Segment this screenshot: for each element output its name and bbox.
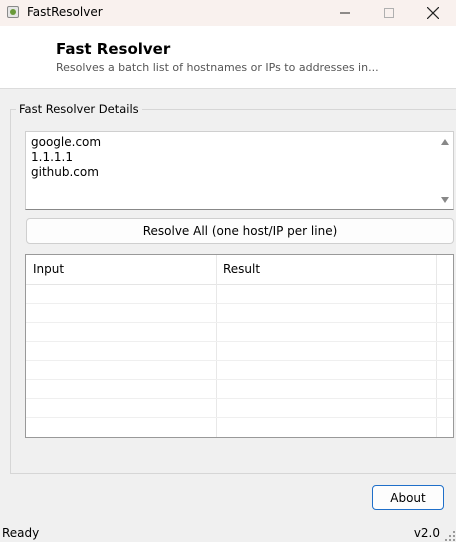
group-label: Fast Resolver Details [16, 102, 142, 116]
header-subtitle: Resolves a batch list of hostnames or IP… [56, 61, 379, 74]
table-row [26, 417, 453, 418]
header-banner: Fast Resolver Resolves a batch list of h… [0, 26, 456, 89]
hosts-text[interactable]: google.com 1.1.1.1 github.com [31, 135, 101, 180]
table-row [26, 303, 453, 304]
table-row [26, 398, 453, 399]
table-row [26, 360, 453, 361]
column-divider [436, 255, 437, 437]
about-button[interactable]: About [372, 485, 444, 510]
version-label: v2.0 [413, 526, 440, 540]
hosts-textarea[interactable]: google.com 1.1.1.1 github.com [25, 131, 454, 210]
status-bar: Ready v2.0 [0, 523, 456, 542]
status-text: Ready [2, 526, 40, 540]
header-title: Fast Resolver [56, 40, 171, 58]
app-icon [7, 6, 19, 18]
table-row [26, 341, 453, 342]
scroll-down-arrow-icon[interactable] [441, 197, 449, 203]
minimize-icon [340, 12, 350, 14]
column-divider [216, 255, 217, 437]
scroll-up-arrow-icon[interactable] [441, 139, 449, 145]
title-bar[interactable]: FastResolver [0, 0, 456, 26]
table-header: Input Result [26, 255, 453, 285]
maximize-button[interactable] [366, 0, 412, 26]
minimize-button[interactable] [322, 0, 368, 26]
window-title: FastResolver [27, 5, 103, 19]
results-table[interactable]: Input Result [25, 254, 454, 438]
close-icon [427, 7, 439, 19]
resize-grip-icon[interactable] [445, 531, 455, 541]
table-row [26, 322, 453, 323]
column-header-result[interactable]: Result [223, 262, 260, 276]
vertical-scrollbar[interactable] [437, 132, 453, 209]
table-row [26, 379, 453, 380]
column-header-input[interactable]: Input [33, 262, 64, 276]
close-button[interactable] [410, 0, 456, 26]
resolve-all-button[interactable]: Resolve All (one host/IP per line) [26, 218, 454, 244]
maximize-icon [384, 8, 394, 18]
